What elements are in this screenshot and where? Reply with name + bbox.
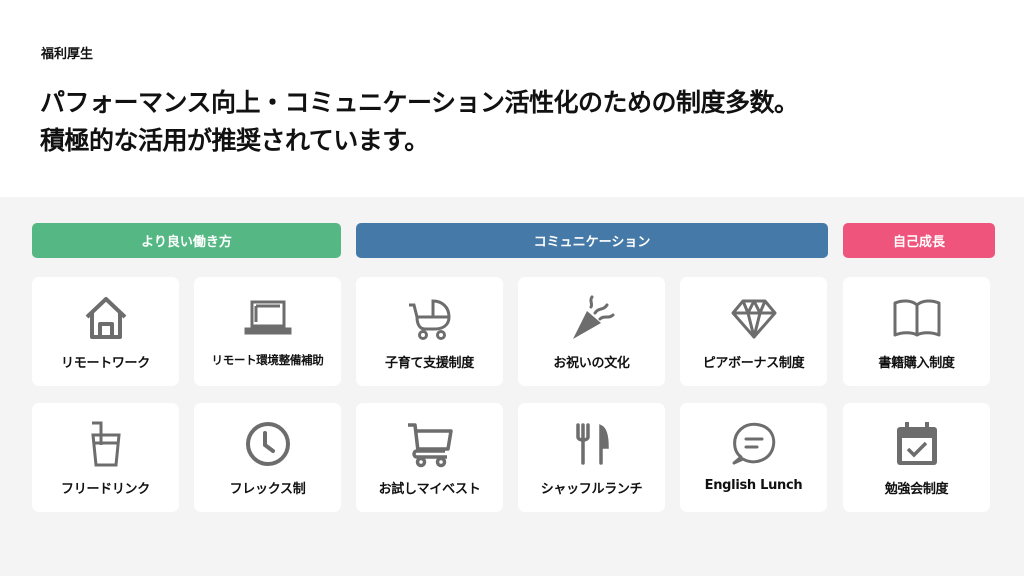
- category-communication: コミュニケーション: [356, 223, 828, 258]
- page-headline: パフォーマンス向上・コミュニケーション活性化のための制度多数。 積極的な活用が推…: [40, 84, 799, 160]
- calendar-check-icon: [892, 419, 942, 469]
- benefit-label: 勉強会制度: [884, 482, 949, 497]
- benefit-card-peer-bonus: ピアボーナス制度: [680, 277, 827, 386]
- shopping-cart-icon: [405, 419, 455, 469]
- diamond-icon: [729, 293, 779, 343]
- benefit-label: ピアボーナス制度: [702, 356, 805, 371]
- benefit-card-book-purchase: 書籍購入制度: [843, 277, 990, 386]
- benefit-card-remote-env: リモート環境整備補助: [194, 277, 341, 386]
- benefit-card-english-lunch: English Lunch: [680, 403, 827, 512]
- benefit-card-childcare: 子育て支援制度: [356, 277, 503, 386]
- benefit-label: リモートワーク: [61, 356, 150, 371]
- baby-stroller-icon: [405, 293, 455, 343]
- benefit-card-product-trial: お試しマイベスト: [356, 403, 503, 512]
- section-eyebrow: 福利厚生: [41, 47, 94, 62]
- clock-icon: [243, 419, 293, 469]
- benefit-card-shuffle-lunch: シャッフルランチ: [518, 403, 665, 512]
- benefit-card-free-drink: フリードリンク: [32, 403, 179, 512]
- benefit-card-study-session: 勉強会制度: [843, 403, 990, 512]
- party-popper-icon: [567, 293, 617, 343]
- house-icon: [81, 293, 131, 343]
- benefit-card-remote-work: リモートワーク: [32, 277, 179, 386]
- open-book-icon: [892, 293, 942, 343]
- category-self-growth: 自己成長: [843, 223, 995, 258]
- laptop-icon: [243, 293, 293, 343]
- benefit-label: シャッフルランチ: [540, 482, 643, 497]
- benefit-card-celebration: お祝いの文化: [518, 277, 665, 386]
- fork-knife-icon: [567, 419, 617, 469]
- category-better-work: より良い働き方: [32, 223, 341, 258]
- chat-bubble-icon: [729, 419, 779, 469]
- benefit-label: English Lunch: [704, 478, 803, 493]
- benefit-card-flex-time: フレックス制: [194, 403, 341, 512]
- benefit-label: お祝いの文化: [553, 356, 630, 371]
- headline-line-1: パフォーマンス向上・コミュニケーション活性化のための制度多数。: [40, 88, 799, 117]
- benefit-label: 子育て支援制度: [385, 356, 474, 371]
- benefit-label: フリードリンク: [61, 482, 150, 497]
- benefit-label: 書籍購入制度: [878, 356, 955, 371]
- benefit-label: お試しマイベスト: [378, 482, 481, 497]
- drink-cup-icon: [81, 419, 131, 469]
- benefit-label: リモート環境整備補助: [211, 353, 324, 367]
- benefit-label: フレックス制: [229, 482, 306, 497]
- headline-line-2: 積極的な活用が推奨されています。: [40, 126, 429, 155]
